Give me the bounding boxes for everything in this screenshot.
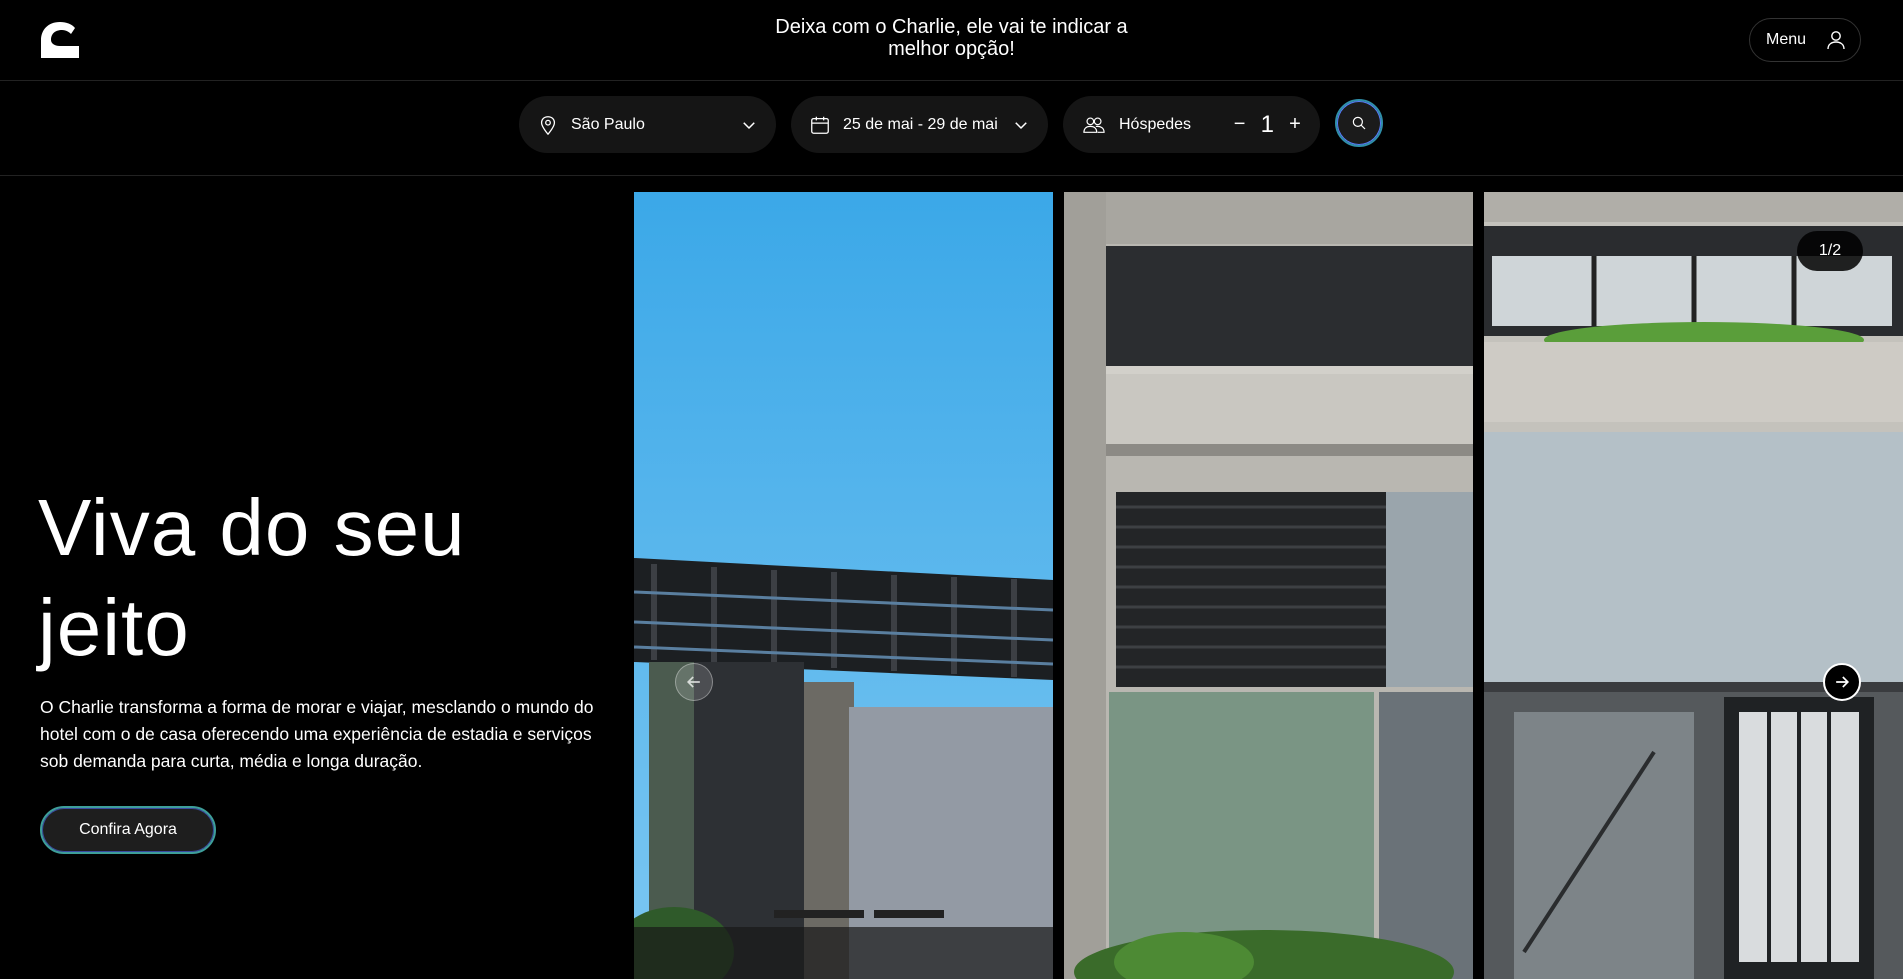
hero-title: Viva do seu jeito [38, 483, 466, 672]
dates-select[interactable]: 25 de mai - 29 de mai [791, 96, 1048, 153]
gallery-image-facade [1064, 192, 1473, 979]
building-facade-image [1064, 192, 1473, 979]
logo-icon [41, 22, 79, 58]
location-value: São Paulo [571, 115, 645, 133]
search-icon [1352, 116, 1366, 130]
confira-agora-button[interactable]: Confira Agora [40, 806, 216, 854]
gallery-image-entrance [1484, 192, 1903, 979]
search-button[interactable] [1335, 99, 1383, 147]
gallery-next-button[interactable] [1823, 663, 1861, 701]
dates-value: 25 de mai - 29 de mai [843, 115, 998, 133]
user-icon [1827, 31, 1845, 50]
guests-icon [1083, 116, 1105, 133]
guests-stepper: − 1 + [1233, 111, 1302, 139]
hero-description: O Charlie transforma a forma de morar e … [40, 697, 594, 771]
menu-button[interactable]: Menu [1749, 18, 1861, 62]
arrow-left-icon [686, 676, 700, 688]
menu-label: Menu [1766, 31, 1807, 48]
charlie-logo[interactable] [38, 20, 82, 60]
building-entrance-image [1484, 192, 1903, 979]
chevron-down-icon [743, 121, 755, 129]
arrow-right-icon [1836, 676, 1850, 688]
gallery-image-pergola [634, 192, 1053, 979]
chevron-down-icon [1015, 121, 1027, 129]
top-header: Deixa com o Charlie, ele vai te indicar … [0, 0, 1903, 81]
guests-decrement-button[interactable]: − [1233, 113, 1247, 136]
location-select[interactable]: São Paulo [519, 96, 776, 153]
guests-increment-button[interactable]: + [1288, 113, 1302, 136]
building-pergola-image [634, 192, 1053, 979]
location-pin-icon [540, 115, 556, 135]
guests-label: Hóspedes [1119, 115, 1192, 133]
calendar-icon [811, 116, 829, 134]
gallery-counter: 1/2 [1797, 231, 1863, 271]
guests-selector: Hóspedes − 1 + [1063, 96, 1320, 153]
guests-count: 1 [1260, 110, 1274, 138]
image-gallery [634, 192, 1903, 979]
search-bar: São Paulo 25 de mai - 29 de mai Hóspedes… [0, 81, 1903, 176]
header-tagline: Deixa com o Charlie, ele vai te indicar … [775, 16, 1128, 60]
gallery-prev-button[interactable] [675, 663, 713, 701]
